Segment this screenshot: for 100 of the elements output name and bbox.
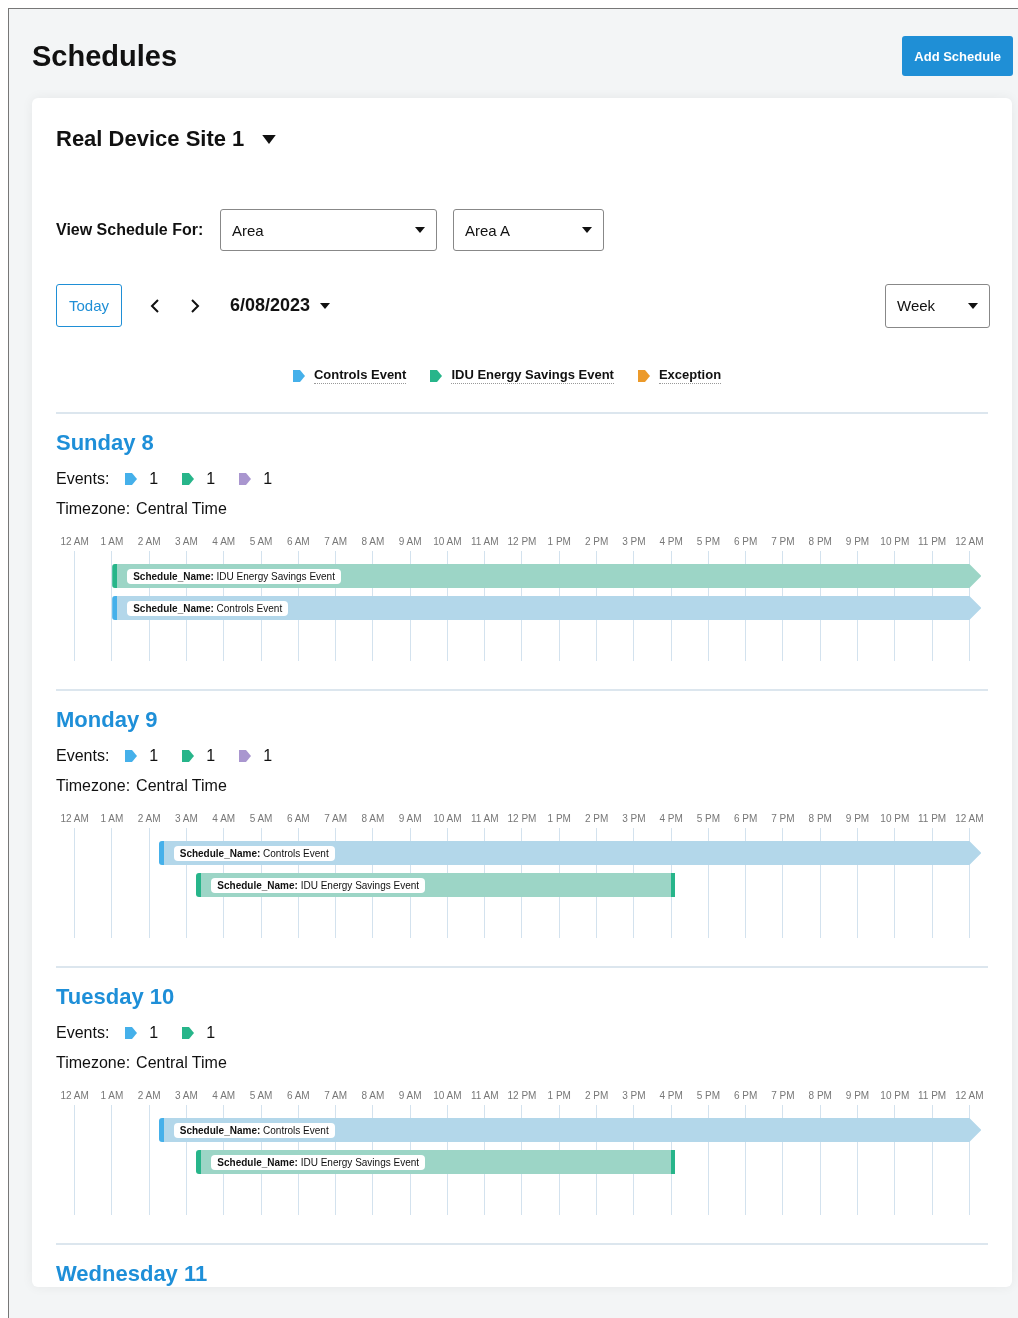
day-heading: Wednesday 11	[56, 1261, 209, 1287]
legend-label[interactable]: Exception	[658, 367, 722, 384]
hour-label: 5 PM	[696, 1090, 721, 1101]
events-label: Events:	[56, 1024, 110, 1042]
date-picker[interactable]: 6/08/2023	[230, 295, 311, 316]
timezone-value: Central Time	[136, 777, 227, 795]
filter-label: View Schedule For:	[56, 221, 204, 239]
hour-label: 7 AM	[324, 1090, 347, 1101]
hour-label: 11 AM	[470, 536, 499, 547]
hour-label: 9 AM	[398, 536, 422, 547]
legend-label[interactable]: IDU Energy Savings Event	[451, 367, 614, 384]
event-count: 1	[206, 1024, 216, 1042]
hour-label: 8 AM	[361, 813, 385, 824]
event-bar[interactable]: Schedule_Name: Controls Event	[112, 596, 982, 620]
hour-label: 12 PM	[507, 813, 537, 824]
hour-label: 10 AM	[433, 1090, 462, 1101]
day-heading: Monday 9	[56, 707, 159, 733]
caret-icon	[968, 302, 978, 309]
hour-label: 6 PM	[734, 813, 758, 824]
hour-label: 1 PM	[547, 1090, 571, 1101]
hour-label: 10 AM	[433, 536, 462, 547]
hour-label: 8 AM	[361, 1090, 385, 1101]
event-bar[interactable]: Schedule_Name: IDU Energy Savings Event	[196, 1150, 675, 1174]
hour-label: 12 PM	[507, 536, 537, 547]
hour-label: 1 PM	[547, 536, 571, 547]
event-count: 1	[149, 747, 159, 765]
hour-label: 12 AM	[60, 1090, 89, 1101]
hour-label: 10 AM	[433, 813, 462, 824]
hour-label: 1 PM	[547, 813, 571, 824]
hour-label: 8 PM	[808, 813, 832, 824]
hour-label: 2 AM	[137, 536, 161, 547]
page-title: Schedules	[32, 39, 178, 73]
event-count: 1	[206, 470, 216, 488]
hour-label: 9 PM	[845, 536, 870, 547]
select-field[interactable]: Area A	[453, 209, 604, 251]
hour-label: 12 PM	[507, 1090, 537, 1101]
events-label: Events:	[56, 470, 110, 488]
event-count: 1	[263, 470, 273, 488]
hour-label: 5 AM	[249, 813, 273, 824]
view-select[interactable]: Week	[885, 283, 990, 328]
event-bar[interactable]: Schedule_Name: Controls Event	[158, 1118, 982, 1142]
hour-label: 6 PM	[734, 536, 758, 547]
hour-label: 12 AM	[955, 1090, 984, 1101]
hour-label: 6 AM	[286, 1090, 310, 1101]
hour-label: 3 AM	[175, 536, 198, 547]
timezone-label: Timezone:	[56, 1054, 131, 1072]
hour-label: 4 PM	[659, 1090, 683, 1101]
previous-icon[interactable]	[150, 298, 160, 313]
schedule-chip: Schedule_Name: IDU Energy Savings Event	[127, 568, 341, 584]
event-bar[interactable]: Schedule_Name: IDU Energy Savings Event	[196, 873, 675, 897]
schedule-chip: Schedule_Name: IDU Energy Savings Event	[211, 1154, 426, 1170]
hour-label: 8 AM	[361, 536, 385, 547]
hour-label: 4 AM	[212, 1090, 236, 1101]
site-name[interactable]: Real Device Site 1	[56, 126, 245, 152]
hour-label: 11 PM	[918, 813, 947, 824]
event-bar[interactable]: Schedule_Name: Controls Event	[158, 841, 982, 865]
event-count: 1	[149, 1024, 159, 1042]
hour-label: 3 PM	[622, 1090, 646, 1101]
add-schedule-button[interactable]: Add Schedule	[902, 36, 1013, 76]
hour-label: 4 PM	[659, 813, 683, 824]
hour-label: 10 PM	[880, 536, 910, 547]
hour-label: 7 AM	[324, 536, 347, 547]
hour-label: 2 AM	[137, 813, 161, 824]
hour-label: 10 PM	[880, 813, 910, 824]
hour-label: 7 PM	[771, 536, 795, 547]
hour-label: 9 AM	[398, 1090, 422, 1101]
hour-label: 8 PM	[808, 1090, 832, 1101]
next-icon[interactable]	[190, 298, 200, 313]
hour-label: 12 AM	[955, 536, 984, 547]
schedule-chip: Schedule_Name: Controls Event	[173, 1122, 335, 1138]
hour-label: 6 PM	[734, 1090, 758, 1101]
caret-icon[interactable]	[320, 302, 331, 309]
hour-label: 4 AM	[212, 813, 236, 824]
select-field[interactable]: Area	[220, 209, 437, 251]
caret-icon	[415, 227, 425, 233]
events-label: Events:	[56, 747, 110, 765]
hour-label: 11 PM	[918, 1090, 947, 1101]
legend-label[interactable]: Controls Event	[313, 367, 407, 384]
hour-label: 3 PM	[622, 536, 646, 547]
hour-label: 1 AM	[100, 1090, 124, 1101]
event-count: 1	[206, 747, 216, 765]
today-button[interactable]: Today	[56, 284, 122, 327]
hour-label: 1 AM	[100, 813, 124, 824]
hour-label: 5 AM	[249, 1090, 273, 1101]
event-count: 1	[263, 747, 273, 765]
day-heading: Sunday 8	[56, 430, 155, 456]
timezone-label: Timezone:	[56, 500, 131, 518]
hour-label: 6 AM	[286, 813, 310, 824]
hour-label: 11 AM	[470, 813, 499, 824]
hour-label: 3 AM	[175, 813, 198, 824]
hour-label: 2 AM	[137, 1090, 161, 1101]
event-bar[interactable]: Schedule_Name: IDU Energy Savings Event	[112, 564, 982, 588]
hour-label: 2 PM	[584, 536, 609, 547]
hour-label: 11 AM	[470, 1090, 499, 1101]
caret-icon[interactable]	[262, 134, 277, 144]
hour-label: 1 AM	[100, 536, 124, 547]
schedule-chip: Schedule_Name: Controls Event	[173, 845, 335, 861]
hour-label: 9 PM	[845, 1090, 870, 1101]
caret-icon	[582, 227, 592, 233]
hour-label: 7 PM	[771, 813, 795, 824]
